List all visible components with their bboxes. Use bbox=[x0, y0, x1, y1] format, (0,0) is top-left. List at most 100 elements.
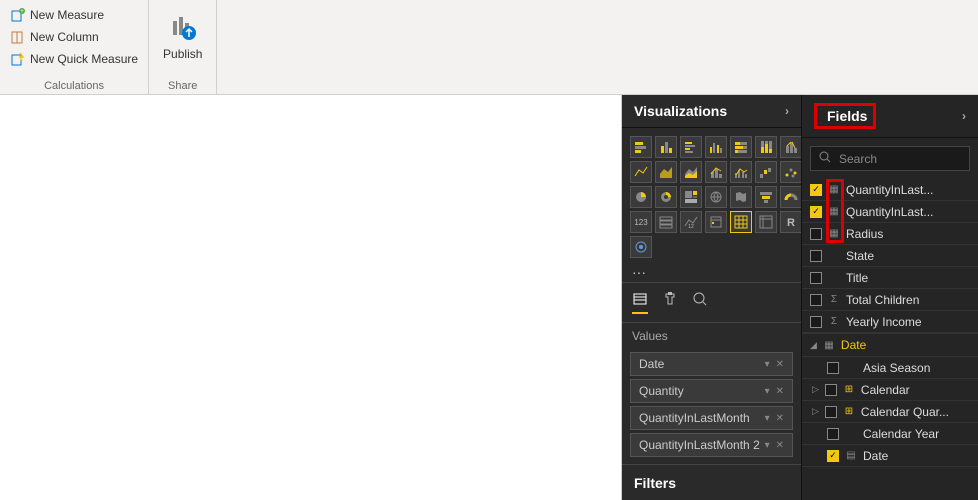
chevron-right-icon[interactable]: › bbox=[785, 104, 789, 118]
report-canvas[interactable] bbox=[0, 95, 622, 500]
visualization-gallery: 123 12 R bbox=[622, 128, 801, 262]
viz-card[interactable]: 123 bbox=[630, 211, 652, 233]
viz-filled-map[interactable] bbox=[730, 186, 752, 208]
field-item[interactable]: Title bbox=[802, 267, 978, 289]
search-input[interactable]: Search bbox=[810, 146, 970, 171]
dropdown-icon[interactable]: ▾ bbox=[765, 386, 770, 397]
viz-pie[interactable] bbox=[630, 186, 652, 208]
expand-icon[interactable]: ▷ bbox=[812, 384, 819, 395]
well-label: Date bbox=[639, 357, 664, 371]
format-tab-icon[interactable] bbox=[662, 291, 678, 314]
remove-icon[interactable]: ✕ bbox=[776, 440, 784, 451]
field-label: Asia Season bbox=[863, 361, 930, 375]
table-date-header[interactable]: ◢ ▦ Date bbox=[802, 333, 978, 357]
viz-line-stacked-column[interactable] bbox=[705, 161, 727, 183]
field-item[interactable]: ▷Calendar Quar... bbox=[802, 401, 978, 423]
viz-clustered-column[interactable] bbox=[705, 136, 727, 158]
new-quick-measure-button[interactable]: New Quick Measure bbox=[6, 49, 142, 69]
new-measure-button[interactable]: + New Measure bbox=[6, 5, 142, 25]
field-checkbox[interactable] bbox=[825, 384, 837, 396]
viz-stacked-area[interactable] bbox=[680, 161, 702, 183]
field-checkbox[interactable] bbox=[810, 316, 822, 328]
new-column-button[interactable]: New Column bbox=[6, 27, 142, 47]
expand-icon[interactable]: ▷ bbox=[812, 406, 819, 417]
viz-table[interactable] bbox=[730, 211, 752, 233]
field-checkbox[interactable] bbox=[810, 294, 822, 306]
field-checkbox[interactable] bbox=[810, 272, 822, 284]
remove-icon[interactable]: ✕ bbox=[776, 386, 784, 397]
field-type-icon bbox=[843, 384, 855, 396]
viz-line-clustered-column[interactable] bbox=[730, 161, 752, 183]
field-type-icon bbox=[845, 450, 857, 462]
chevron-right-icon[interactable]: › bbox=[962, 109, 966, 123]
analytics-tab-icon[interactable] bbox=[692, 291, 708, 314]
right-panels: Visualizations › 123 bbox=[622, 95, 978, 500]
well-label: QuantityInLastMonth bbox=[639, 411, 750, 425]
field-checkbox[interactable] bbox=[827, 362, 839, 374]
fields-header[interactable]: Fields › bbox=[802, 95, 978, 138]
field-well[interactable]: Quantity▾✕ bbox=[630, 379, 793, 403]
viz-ribbon[interactable] bbox=[780, 136, 802, 158]
field-checkbox[interactable]: ✓ bbox=[810, 206, 822, 218]
visualizations-header[interactable]: Visualizations › bbox=[622, 95, 801, 128]
field-well[interactable]: QuantityInLastMonth ▾ ✕ bbox=[630, 406, 793, 430]
viz-area[interactable] bbox=[655, 161, 677, 183]
viz-100-stacked-column[interactable] bbox=[755, 136, 777, 158]
field-item[interactable]: ✓Date bbox=[802, 445, 978, 467]
field-checkbox[interactable] bbox=[810, 228, 822, 240]
fields-tab-icon[interactable] bbox=[632, 291, 648, 314]
measure-icon: + bbox=[10, 7, 26, 23]
svg-text:R: R bbox=[787, 217, 795, 229]
field-checkbox[interactable]: ✓ bbox=[810, 184, 822, 196]
field-item[interactable]: Yearly Income bbox=[802, 311, 978, 333]
field-item[interactable]: ✓QuantityInLast... bbox=[802, 179, 978, 201]
viz-stacked-bar[interactable] bbox=[630, 136, 652, 158]
field-checkbox[interactable] bbox=[810, 250, 822, 262]
field-checkbox[interactable] bbox=[827, 428, 839, 440]
new-measure-label: New Measure bbox=[30, 8, 104, 22]
field-item[interactable]: Asia Season bbox=[802, 357, 978, 379]
field-item[interactable]: Total Children bbox=[802, 289, 978, 311]
field-item[interactable]: ✓ QuantityInLast... bbox=[802, 201, 978, 223]
field-checkbox[interactable]: ✓ bbox=[827, 450, 839, 462]
dropdown-icon[interactable]: ▾ bbox=[765, 359, 770, 370]
publish-button[interactable]: Publish bbox=[155, 9, 210, 65]
viz-more-button[interactable]: ··· bbox=[622, 262, 801, 282]
field-label: QuantityInLast... bbox=[846, 205, 933, 219]
viz-100-stacked-bar[interactable] bbox=[730, 136, 752, 158]
quick-measure-icon bbox=[10, 51, 26, 67]
dropdown-icon[interactable]: ▾ bbox=[765, 413, 770, 424]
dropdown-icon[interactable]: ▾ bbox=[765, 440, 770, 451]
field-well[interactable]: QuantityInLastMonth 2▾✕ bbox=[630, 433, 793, 457]
values-label: Values bbox=[622, 323, 801, 349]
viz-scatter[interactable] bbox=[780, 161, 802, 183]
field-item[interactable]: Calendar Year bbox=[802, 423, 978, 445]
viz-multirow-card[interactable] bbox=[655, 211, 677, 233]
viz-treemap[interactable] bbox=[680, 186, 702, 208]
viz-kpi[interactable]: 12 bbox=[680, 211, 702, 233]
field-item[interactable]: State bbox=[802, 245, 978, 267]
calculations-group-label: Calculations bbox=[44, 80, 104, 92]
viz-arcgis[interactable] bbox=[630, 236, 652, 258]
viz-r-script[interactable]: R bbox=[780, 211, 802, 233]
viz-map[interactable] bbox=[705, 186, 727, 208]
viz-funnel[interactable] bbox=[755, 186, 777, 208]
viz-donut[interactable] bbox=[655, 186, 677, 208]
viz-clustered-bar[interactable] bbox=[680, 136, 702, 158]
field-label: State bbox=[846, 249, 874, 263]
field-label: Radius bbox=[846, 227, 883, 241]
field-item[interactable]: ▷Calendar bbox=[802, 379, 978, 401]
viz-gauge[interactable] bbox=[780, 186, 802, 208]
field-checkbox[interactable] bbox=[825, 406, 837, 418]
remove-icon[interactable]: ✕ bbox=[776, 413, 784, 424]
viz-line[interactable] bbox=[630, 161, 652, 183]
remove-icon[interactable]: ✕ bbox=[776, 359, 784, 370]
field-type-icon bbox=[828, 184, 840, 196]
viz-slicer[interactable] bbox=[705, 211, 727, 233]
viz-matrix[interactable] bbox=[755, 211, 777, 233]
viz-stacked-column[interactable] bbox=[655, 136, 677, 158]
ribbon: + New Measure New Column New Quick Measu… bbox=[0, 0, 978, 95]
field-well[interactable]: Date ▾ ✕ bbox=[630, 352, 793, 376]
viz-waterfall[interactable] bbox=[755, 161, 777, 183]
field-item[interactable]: Radius bbox=[802, 223, 978, 245]
